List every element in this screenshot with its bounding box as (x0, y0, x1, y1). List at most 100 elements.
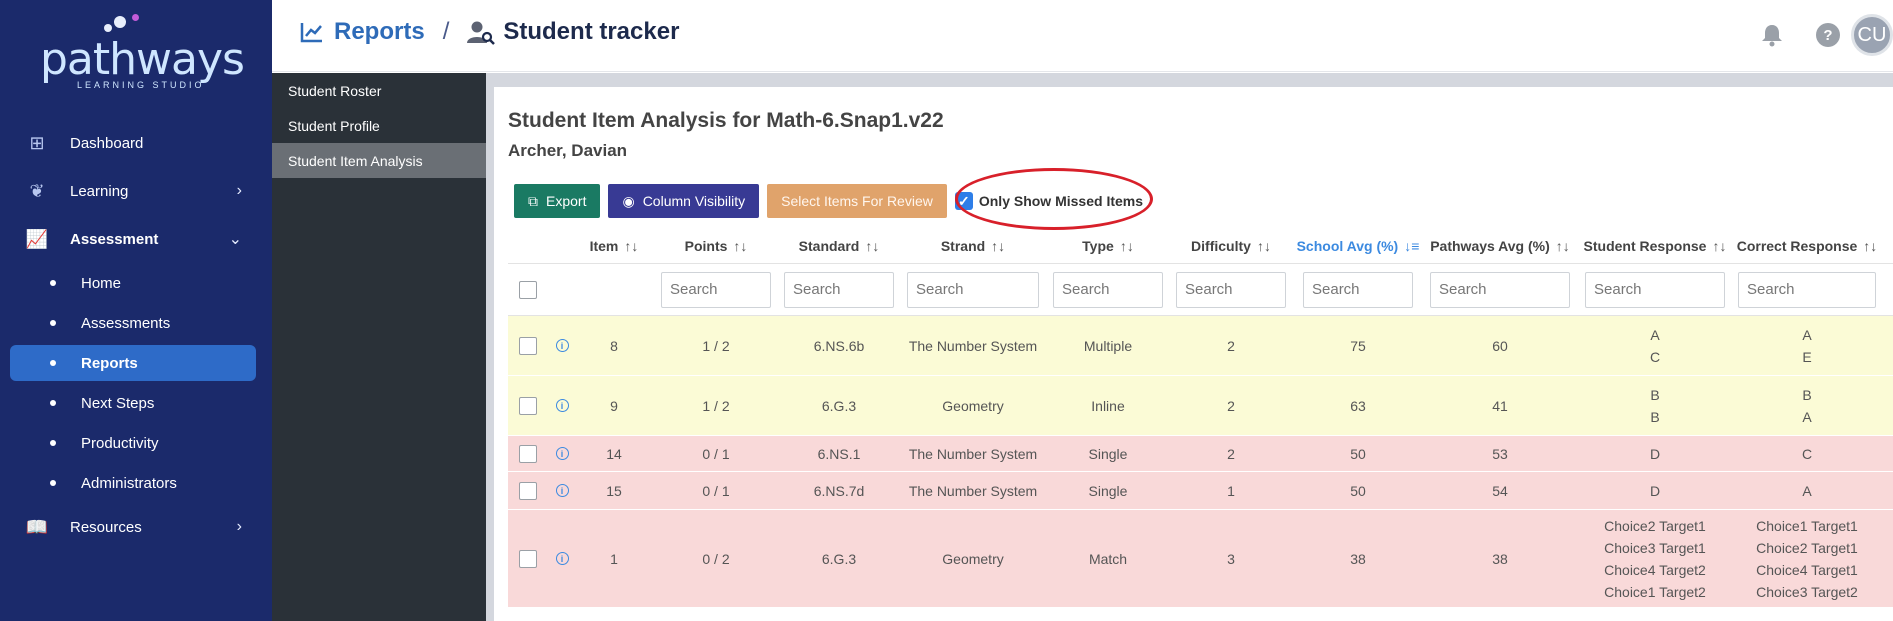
nav-resources-label: Resources (70, 518, 142, 536)
cell-correct-response: C (1732, 443, 1882, 465)
col-header-strand[interactable]: Strand ↑↓ (898, 238, 1048, 254)
search-standard-input[interactable]: Search (784, 271, 894, 308)
sort-icon: ↑↓ (1712, 237, 1727, 254)
search-student-response-input[interactable]: Search (1585, 271, 1725, 308)
bell-icon[interactable] (1759, 22, 1785, 48)
logo-dot (104, 24, 112, 32)
export-button-label: Export (546, 193, 587, 209)
pathways-logo[interactable]: pathways LEARNING STUDIO (40, 14, 245, 90)
search-cell: Search (1168, 271, 1294, 308)
col-header-pathways-avg[interactable]: Pathways Avg (%) ↑↓ (1422, 238, 1578, 254)
info-icon[interactable]: i (555, 339, 569, 352)
search-row: Search Search Search Search Search Searc… (508, 264, 1893, 316)
bullet-icon (50, 480, 56, 486)
side-navigation: pathways LEARNING STUDIO ⊞ Dashboard ❦ L… (0, 0, 272, 621)
cell-pathways-avg: 53 (1492, 445, 1508, 462)
page-title: Student Item Analysis for Math-6.Snap1.v… (508, 109, 944, 132)
header-actions: ? CU (1759, 14, 1893, 56)
col-header-school-avg[interactable]: School Avg (%) ↓≡ (1294, 238, 1422, 254)
col-header-type[interactable]: Type ↑↓ (1048, 238, 1168, 254)
cell-student-response: A C (1578, 324, 1732, 368)
col-label: Item (589, 237, 619, 254)
row-checkbox[interactable] (519, 336, 537, 355)
nav-sub-label: Reports (81, 354, 138, 372)
cell-difficulty: 1 (1227, 482, 1235, 499)
nav-sub-administrators[interactable]: Administrators (10, 465, 256, 501)
table-row[interactable]: i 15 0 / 1 6.NS.7d The Number System Sin… (508, 472, 1893, 510)
svg-text:?: ? (1823, 27, 1832, 44)
leaf-icon: ❦ (29, 180, 45, 201)
info-icon[interactable]: i (555, 552, 569, 565)
cell-strand: The Number System (908, 337, 1038, 354)
nav-resources[interactable]: 📖 Resources › (10, 510, 256, 544)
breadcrumb: Reports / Student tracker (300, 18, 679, 46)
logo-wordmark: pathways (40, 34, 245, 85)
nav-dashboard[interactable]: ⊞ Dashboard (10, 126, 256, 160)
col-label: Student Response (1583, 237, 1707, 254)
table-row[interactable]: i 14 0 / 1 6.NS.1 The Number System Sing… (508, 436, 1893, 472)
subnav-student-roster[interactable]: Student Roster (272, 73, 486, 108)
row-checkbox[interactable] (519, 444, 537, 463)
column-visibility-label: Column Visibility (642, 193, 746, 209)
col-header-correct-response[interactable]: Correct Response ↑↓ (1732, 238, 1882, 254)
help-icon[interactable]: ? (1815, 22, 1841, 48)
select-items-button[interactable]: Select Items For Review (767, 184, 947, 218)
chevron-down-icon: ⌄ (228, 231, 242, 248)
sort-desc-icon: ↓≡ (1404, 237, 1420, 254)
subnav-student-profile[interactable]: Student Profile (272, 108, 486, 143)
nav-learning[interactable]: ❦ Learning › (10, 174, 256, 208)
col-header-student-response[interactable]: Student Response ↑↓ (1578, 238, 1732, 254)
search-cell: Search (652, 271, 780, 308)
eye-icon: ◉ (622, 192, 635, 209)
search-school-avg-input[interactable]: Search (1303, 271, 1413, 308)
col-header-item[interactable]: Item ↑↓ (576, 238, 652, 254)
search-pathways-avg-input[interactable]: Search (1430, 271, 1570, 308)
bullet-icon (50, 280, 56, 286)
table-row[interactable]: i 9 1 / 2 6.G.3 Geometry Inline 2 63 41 … (508, 376, 1893, 436)
user-avatar[interactable]: CU (1851, 14, 1893, 56)
row-checkbox[interactable] (519, 396, 537, 415)
row-select-cell (508, 336, 548, 355)
cell-school-avg: 75 (1350, 337, 1366, 354)
response-line: D (1649, 445, 1661, 462)
info-icon[interactable]: i (555, 399, 569, 412)
subnav-student-item-analysis[interactable]: Student Item Analysis (272, 143, 486, 178)
column-visibility-button[interactable]: ◉ Column Visibility (608, 184, 760, 218)
response-line: Choice1 Target1 (1756, 517, 1858, 534)
cell-type: Match (1088, 550, 1128, 567)
search-correct-response-input[interactable]: Search (1738, 271, 1876, 308)
search-difficulty-input[interactable]: Search (1176, 271, 1286, 308)
table-row[interactable]: i 1 0 / 2 6.G.3 Geometry Match 3 38 38 C… (508, 510, 1893, 608)
nav-assessment[interactable]: 📈 Assessment ⌄ (10, 222, 256, 256)
response-line: B (1802, 386, 1812, 403)
table-row[interactable]: i 8 1 / 2 6.NS.6b The Number System Mult… (508, 316, 1893, 376)
cell-correct-response: A (1732, 480, 1882, 502)
nav-sub-assessments[interactable]: Assessments (10, 305, 256, 341)
nav-sub-next-steps[interactable]: Next Steps (10, 385, 256, 421)
response-line: D (1649, 482, 1661, 499)
row-checkbox[interactable] (519, 549, 537, 568)
sort-icon: ↑↓ (991, 237, 1006, 254)
search-points-input[interactable]: Search (661, 271, 771, 308)
col-header-difficulty[interactable]: Difficulty ↑↓ (1168, 238, 1294, 254)
cell-correct-response: A E (1732, 324, 1882, 368)
nav-sub-reports[interactable]: Reports (10, 345, 256, 381)
cell-school-avg: 50 (1350, 445, 1366, 462)
nav-sub-home[interactable]: Home (10, 265, 256, 301)
select-all-checkbox[interactable] (519, 280, 537, 299)
search-strand-input[interactable]: Search (907, 271, 1039, 308)
export-button[interactable]: ⧉ Export (514, 184, 601, 218)
col-header-points[interactable]: Points ↑↓ (652, 238, 780, 254)
col-header-standard[interactable]: Standard ↑↓ (780, 238, 898, 254)
cell-pathways-avg: 54 (1492, 482, 1508, 499)
logo-tagline: LEARNING STUDIO (77, 80, 205, 90)
row-checkbox[interactable] (519, 481, 537, 500)
info-icon[interactable]: i (555, 484, 569, 497)
info-icon[interactable]: i (555, 447, 569, 460)
cell-points: 0 / 1 (702, 445, 730, 462)
cell-difficulty: 2 (1227, 337, 1235, 354)
breadcrumb-reports[interactable]: Reports (334, 18, 425, 46)
cell-type: Single (1088, 445, 1128, 462)
search-type-input[interactable]: Search (1053, 271, 1163, 308)
nav-sub-productivity[interactable]: Productivity (10, 425, 256, 461)
